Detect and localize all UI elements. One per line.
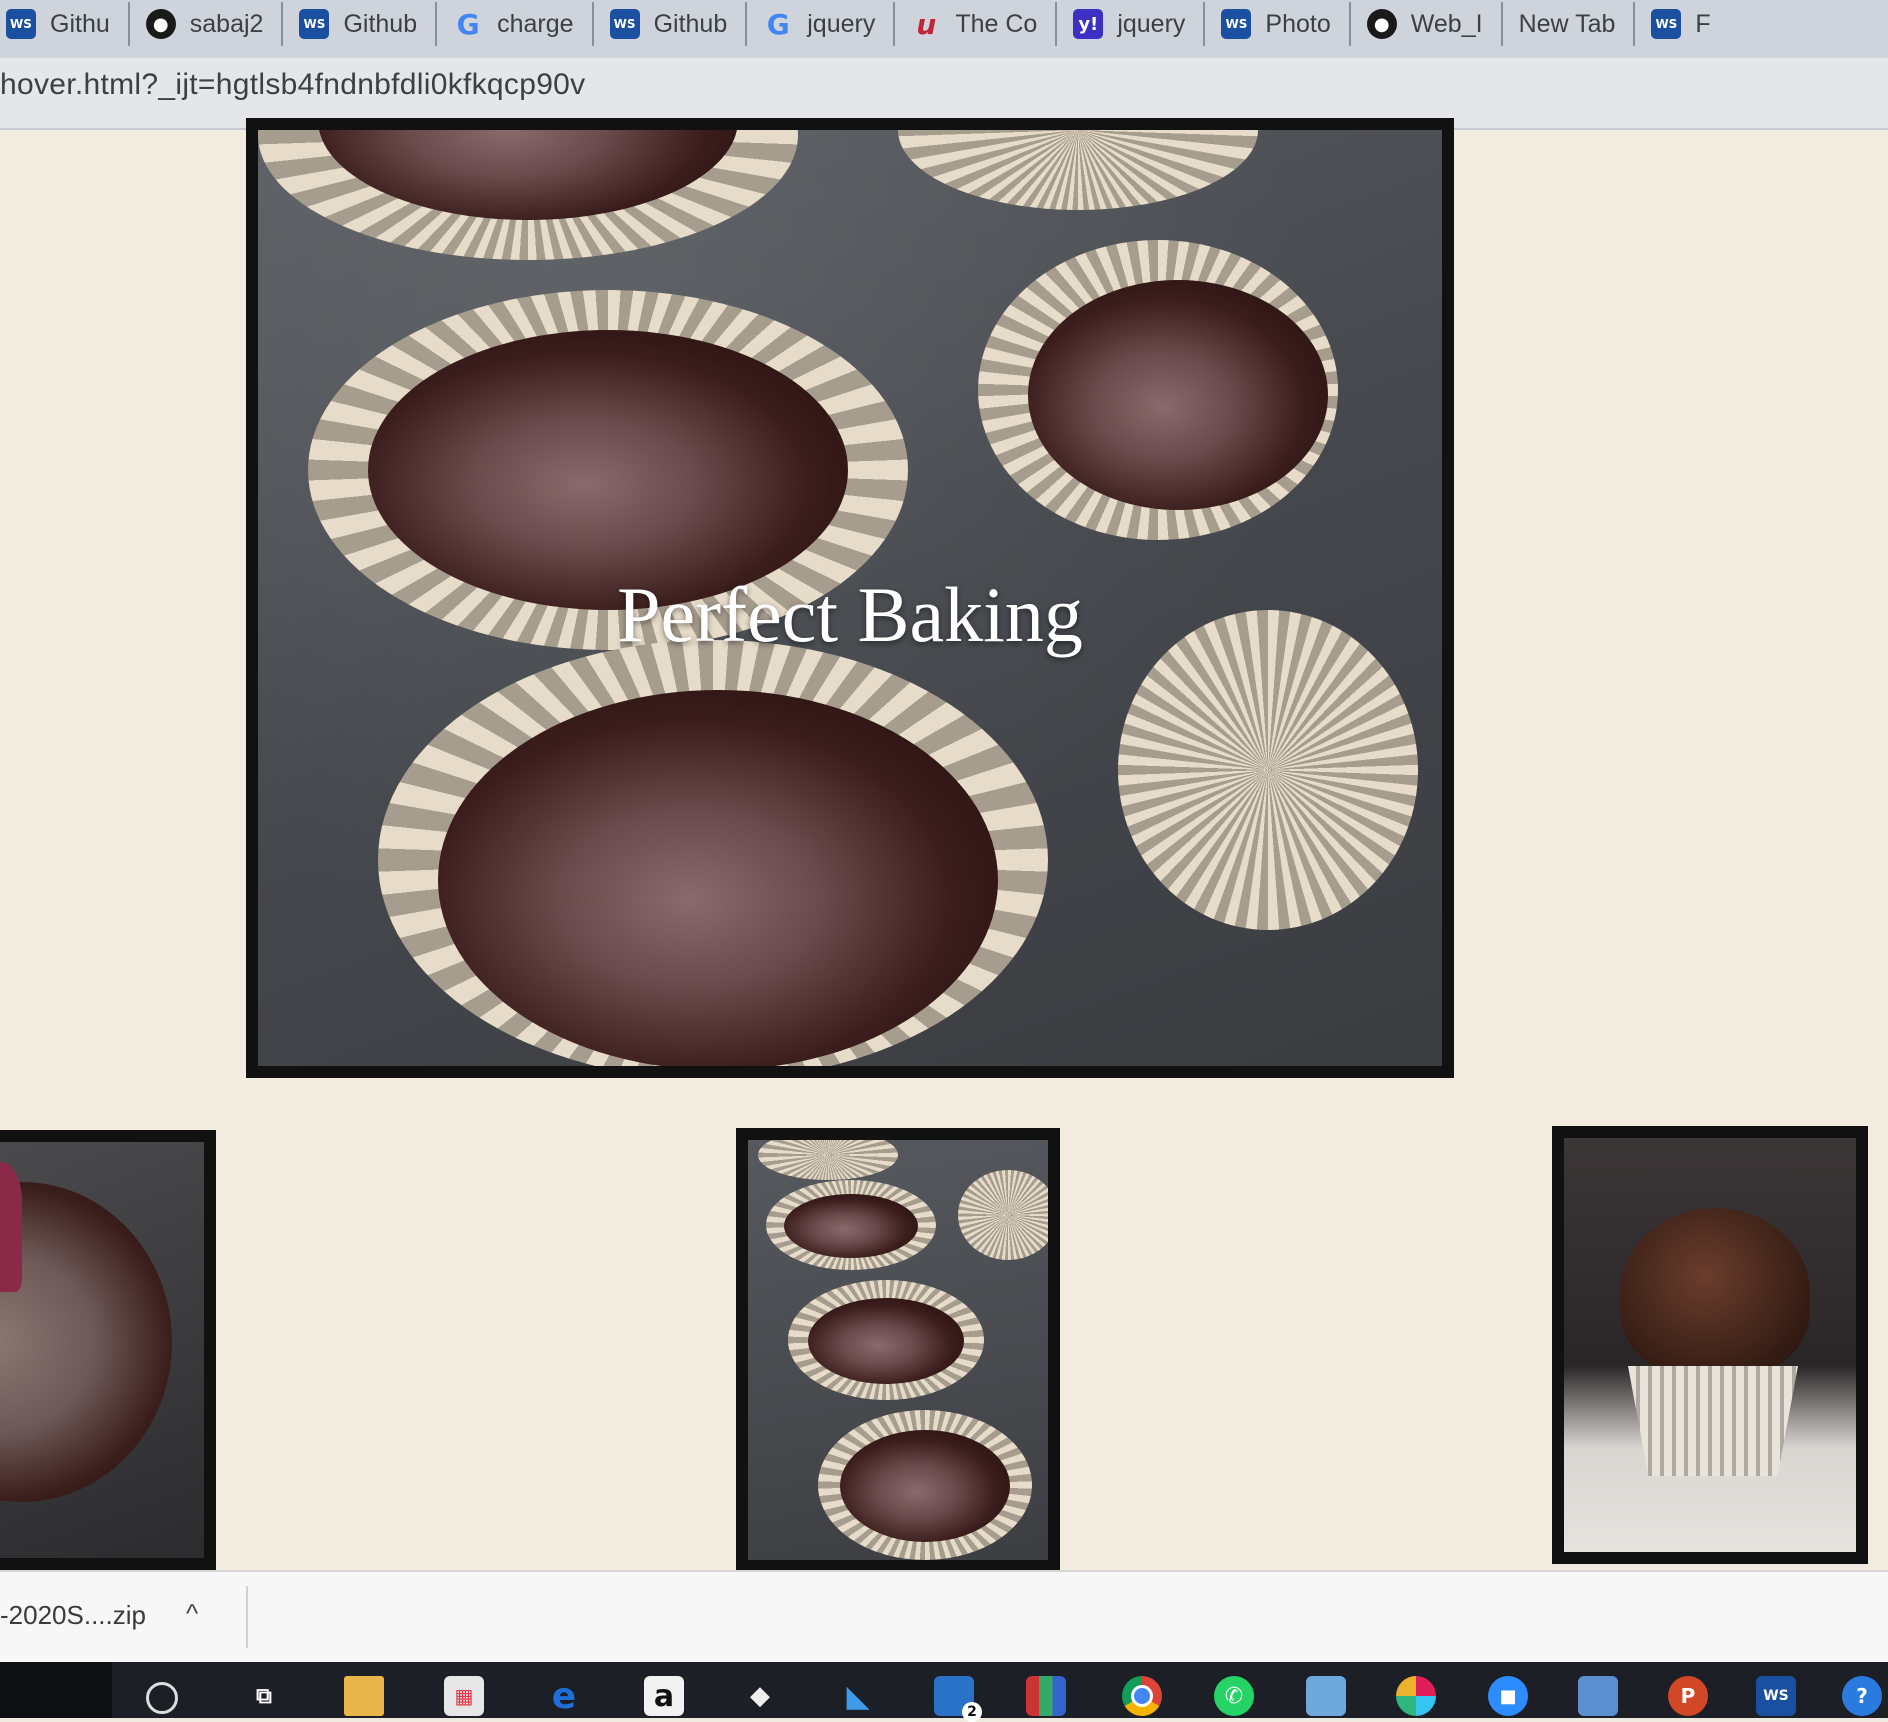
webstorm-icon: WS (6, 9, 36, 39)
tab-label: New Tab (1518, 9, 1616, 38)
tab-1[interactable]: WS Githu (0, 2, 130, 46)
tab-2[interactable]: ● sabaj2 (130, 2, 284, 46)
visual-studio-icon[interactable]: ◣ (838, 1676, 878, 1716)
tab-6[interactable]: G jquery (747, 2, 896, 46)
hero-image-card[interactable]: Perfect Baking (246, 118, 1454, 1078)
photos-icon[interactable] (1578, 1676, 1618, 1716)
page-content: Perfect Baking (0, 118, 1888, 1572)
webstorm-icon: WS (299, 9, 330, 39)
url-field[interactable]: hover.html?_ijt=hgtlsb4fndnbfdli0kfkqcp9… (0, 68, 585, 102)
thumbnail-mixing-bowl[interactable] (0, 1130, 216, 1570)
amazon-icon[interactable]: a (644, 1676, 684, 1716)
hero-caption: Perfect Baking (617, 571, 1083, 658)
edge-icon[interactable]: e (544, 1676, 584, 1717)
cupcake-photo (1564, 1138, 1856, 1552)
tab-new-tab[interactable]: New Tab (1503, 2, 1636, 46)
chevron-up-icon[interactable]: ^ (186, 1598, 198, 1629)
tab-label: charge (497, 9, 574, 38)
webstorm-icon[interactable]: WS (1756, 1676, 1796, 1716)
winrar-icon[interactable] (1026, 1676, 1066, 1716)
file-explorer-icon[interactable] (344, 1676, 384, 1716)
tab-3[interactable]: WS Github (283, 2, 438, 46)
virtualbox-icon[interactable] (1306, 1676, 1346, 1716)
tab-10[interactable]: ● Web_I (1351, 2, 1503, 46)
webstorm-icon: WS (609, 9, 640, 39)
tab-label: Github (343, 9, 418, 38)
webstorm-icon: WS (1221, 9, 1252, 39)
tab-label: F (1695, 9, 1711, 38)
tab-label: The Co (955, 9, 1038, 38)
tab-label: Github (653, 9, 728, 38)
tab-12[interactable]: WS F (1635, 2, 1728, 46)
search-icon[interactable] (146, 1682, 178, 1714)
github-icon: ● (145, 9, 176, 39)
whatsapp-icon[interactable]: ✆ (1214, 1676, 1254, 1716)
windows-taskbar: ⧉ ▦ e a ◆ ◣ 2 ✆ ■ P WS ? (0, 1662, 1888, 1722)
mail-icon[interactable]: 2 (934, 1676, 982, 1722)
browser-tab-strip: WS Githu ● sabaj2 WS Github G charge WS … (0, 0, 1888, 58)
dropbox-icon[interactable]: ◆ (740, 1676, 780, 1716)
tab-label: Githu (50, 9, 110, 38)
mail-badge: 2 (962, 1702, 982, 1722)
tab-5[interactable]: WS Github (594, 2, 748, 46)
github-icon: ● (1366, 9, 1397, 39)
google-icon: G (456, 7, 480, 41)
tab-label: Photo (1265, 9, 1331, 38)
download-shelf: -2020S....zip ^ (0, 1570, 1888, 1664)
store-icon[interactable]: ▦ (444, 1676, 484, 1716)
help-icon[interactable]: ? (1842, 1676, 1882, 1716)
google-icon: G (766, 7, 790, 41)
powerpoint-icon[interactable]: P (1668, 1676, 1708, 1716)
thumbnail-muffin-tin[interactable] (736, 1128, 1060, 1572)
task-view-icon[interactable]: ⧉ (244, 1676, 284, 1716)
muffin-tin-thumb-photo (748, 1140, 1048, 1560)
tab-7[interactable]: u The Co (895, 2, 1058, 46)
chrome-icon[interactable] (1122, 1676, 1162, 1716)
tab-8[interactable]: y! jquery (1057, 2, 1206, 46)
download-item[interactable]: -2020S....zip (0, 1600, 146, 1631)
yahoo-icon: y! (1073, 9, 1104, 39)
mixing-bowl-photo (0, 1142, 204, 1558)
slack-icon[interactable] (1396, 1676, 1436, 1716)
tab-label: jquery (1117, 9, 1186, 38)
tab-4[interactable]: G charge (437, 2, 594, 46)
webstorm-icon: WS (1651, 9, 1682, 39)
divider (246, 1586, 248, 1648)
muffin-tin-photo: Perfect Baking (258, 130, 1442, 1066)
tab-label: sabaj2 (189, 9, 264, 38)
zoom-icon[interactable]: ■ (1488, 1676, 1528, 1716)
taskbar-edge (0, 1662, 112, 1718)
tab-label: jquery (807, 9, 876, 38)
udemy-icon: u (916, 7, 937, 41)
tab-9[interactable]: WS Photo (1205, 2, 1351, 46)
thumbnail-cupcake[interactable] (1552, 1126, 1868, 1564)
tab-label: Web_I (1410, 9, 1483, 38)
